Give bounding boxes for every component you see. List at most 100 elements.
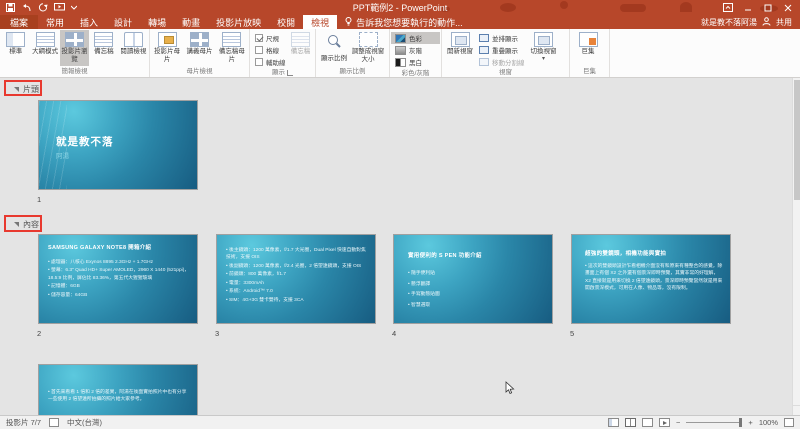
slide-bullet: SIM：4G+3G 雙卡雙待，支援 3CA bbox=[226, 297, 368, 304]
tab-view[interactable]: 檢視 bbox=[303, 15, 337, 29]
minimize-icon[interactable] bbox=[739, 1, 756, 14]
fit-slide-to-window-icon[interactable] bbox=[784, 418, 794, 427]
ruler-checkbox[interactable]: 尺規 bbox=[255, 33, 286, 43]
tell-me-box[interactable]: 告訴我您想要執行的動作... bbox=[337, 15, 471, 29]
close-icon[interactable] bbox=[779, 1, 796, 14]
group-label: 顯示 bbox=[251, 67, 314, 78]
normal-view-status-icon[interactable] bbox=[608, 418, 619, 427]
black-white-button[interactable]: 黑白 bbox=[391, 56, 440, 68]
tab-design[interactable]: 設計 bbox=[106, 15, 140, 29]
slide-number: 5 bbox=[570, 329, 574, 338]
macros-button[interactable]: 巨集 bbox=[571, 30, 605, 66]
zoom-out-button[interactable]: − bbox=[676, 418, 680, 427]
signed-in-user[interactable]: 就是教不落阿湯 bbox=[701, 17, 757, 28]
group-window: 開新視窗 並排顯示 重疊顯示 移動分割線 bbox=[442, 29, 570, 77]
slide-bullet: 處理器：八核心 Exynos 8895 2.3GHz + 1.7GHz bbox=[48, 259, 190, 266]
gridlines-checkbox[interactable]: 格線 bbox=[255, 45, 286, 55]
title-bar: PPT範例2 - PowerPoint bbox=[0, 0, 800, 15]
slide-bullet: 系統：Android™ 7.0 bbox=[226, 288, 368, 295]
slide-sorter-canvas[interactable]: 片頭 就是教不落 阿湯 1 內容 SAMSUNG GALAXY NOTE8 開箱… bbox=[0, 78, 792, 415]
slide-number: 3 bbox=[215, 329, 219, 338]
scrollbar-down-arrow[interactable] bbox=[793, 405, 800, 415]
slide-thumbnail-6[interactable]: 首先來看看 1 倍和 2 倍的差異，阿湯在後面實拍照片中也有分享一些使用 2 倍… bbox=[38, 364, 198, 415]
ribbon-display-options-icon[interactable] bbox=[719, 1, 736, 14]
slide-sorter-status-icon[interactable] bbox=[625, 418, 636, 427]
slide-bullet: 懸浮翻譯 bbox=[408, 280, 545, 290]
reading-view-status-icon[interactable] bbox=[642, 418, 653, 427]
fit-to-window-button[interactable]: 調整成視窗大小 bbox=[351, 30, 385, 66]
window-title: PPT範例2 - PowerPoint bbox=[0, 1, 800, 14]
normal-view-button[interactable]: 標準 bbox=[1, 30, 30, 66]
outline-view-button[interactable]: 大綱模式 bbox=[30, 30, 59, 66]
language-label[interactable]: 中文(台灣) bbox=[67, 417, 102, 428]
slide-sorter-button[interactable]: 投影片瀏覽 bbox=[60, 30, 89, 66]
checkbox-checked-icon bbox=[255, 34, 263, 42]
fit-to-window-icon bbox=[359, 32, 378, 47]
switch-windows-icon bbox=[534, 32, 553, 47]
customize-quick-access-icon[interactable] bbox=[71, 5, 77, 10]
window-controls bbox=[719, 1, 800, 14]
switch-windows-button[interactable]: 切換視窗 ▾ bbox=[527, 30, 561, 67]
handout-master-button[interactable]: 講義母片 bbox=[183, 30, 215, 66]
grayscale-button[interactable]: 灰階 bbox=[391, 44, 440, 56]
ribbon-empty-area bbox=[610, 29, 800, 77]
checkbox-icon bbox=[255, 58, 263, 66]
share-button[interactable]: 共用 bbox=[776, 17, 792, 28]
dialog-launcher-icon[interactable] bbox=[287, 70, 293, 76]
quick-access-toolbar bbox=[0, 3, 77, 12]
vertical-scrollbar[interactable] bbox=[792, 78, 800, 415]
scrollbar-thumb[interactable] bbox=[794, 80, 800, 200]
tab-insert[interactable]: 插入 bbox=[72, 15, 106, 29]
slide-bullet: 後副鏡頭：1200 萬像素，f/2.4 光圈，2 倍望遠鏡頭，支援 OIS bbox=[226, 263, 368, 270]
slide-title: 就是教不落 bbox=[56, 134, 114, 149]
tab-animations[interactable]: 動畫 bbox=[174, 15, 208, 29]
slide-subtitle: 阿湯 bbox=[56, 150, 69, 160]
tab-home[interactable]: 常用 bbox=[38, 15, 72, 29]
zoom-button[interactable]: 顯示比例 bbox=[317, 30, 351, 66]
slide-bullet: 隨手便利貼 bbox=[408, 269, 545, 279]
save-icon[interactable] bbox=[6, 3, 15, 12]
redo-icon[interactable] bbox=[38, 3, 48, 12]
notes-page-icon bbox=[94, 32, 113, 47]
color-button[interactable]: 色彩 bbox=[391, 32, 440, 44]
tab-file[interactable]: 檔案 bbox=[0, 15, 38, 29]
slide-master-button[interactable]: 投影片母片 bbox=[151, 30, 183, 66]
slide-thumbnail-4[interactable]: 實用便利的 S PEN 功能介紹 隨手便利貼 懸浮翻譯 手寫動態貼圖 智慧選取 bbox=[393, 234, 553, 324]
tab-review[interactable]: 校閱 bbox=[269, 15, 303, 29]
slide-bullet: 手寫動態貼圖 bbox=[408, 290, 545, 300]
chevron-down-icon: ▾ bbox=[542, 56, 545, 62]
undo-icon[interactable] bbox=[21, 3, 32, 12]
group-label: 簡報檢視 bbox=[1, 66, 148, 77]
maximize-icon[interactable] bbox=[759, 1, 776, 14]
arrange-all-icon bbox=[479, 34, 489, 42]
new-window-button[interactable]: 開新視窗 bbox=[443, 30, 477, 67]
slide-bullet: 前鏡頭：800 萬像素，f/1.7 bbox=[226, 271, 368, 278]
macros-icon bbox=[579, 32, 598, 47]
account-area: 就是教不落阿湯 共用 bbox=[701, 15, 800, 29]
slide-thumbnail-2[interactable]: SAMSUNG GALAXY NOTE8 開箱介紹 處理器：八核心 Exynos… bbox=[38, 234, 198, 324]
slide-thumbnail-3[interactable]: 後主鏡頭：1200 萬像素，f/1.7 大光圈，Dual Pixel 快速自動對… bbox=[216, 234, 376, 324]
reading-view-button[interactable]: 閱讀檢視 bbox=[119, 30, 148, 66]
slideshow-status-icon[interactable] bbox=[659, 418, 670, 427]
group-show: 尺規 格線 輔助線 備忘稿 顯示 bbox=[250, 29, 316, 77]
guides-checkbox[interactable]: 輔助線 bbox=[255, 57, 286, 67]
arrange-all-button[interactable]: 並排顯示 bbox=[479, 33, 525, 43]
tab-transitions[interactable]: 轉場 bbox=[140, 15, 174, 29]
zoom-percentage[interactable]: 100% bbox=[759, 418, 778, 427]
notes-master-button[interactable]: 備忘稿母片 bbox=[216, 30, 248, 66]
ribbon-view-tab: 標準 大綱模式 投影片瀏覽 備忘稿 閱讀檢視 bbox=[0, 29, 800, 78]
tab-slideshow[interactable]: 投影片放映 bbox=[208, 15, 269, 29]
cascade-button[interactable]: 重疊顯示 bbox=[479, 45, 525, 55]
slide-bullet: 記憶體：6GB bbox=[48, 283, 190, 290]
group-label: 顯示比例 bbox=[317, 66, 388, 77]
slide-thumbnail-5[interactable]: 超強的雙鏡頭，相機功能與實拍 這次的雙鏡頭設計乍看相機介面沒有和原來有種整合的感… bbox=[571, 234, 731, 324]
slide-thumbnail-1[interactable]: 就是教不落 阿湯 bbox=[38, 100, 198, 190]
notes-toggle-button: 備忘稿 bbox=[289, 30, 313, 67]
zoom-in-button[interactable]: + bbox=[748, 418, 752, 427]
zoom-slider-thumb[interactable] bbox=[739, 418, 742, 427]
notes-page-button[interactable]: 備忘稿 bbox=[89, 30, 118, 66]
start-from-beginning-icon[interactable] bbox=[54, 3, 65, 12]
mouse-cursor bbox=[505, 381, 515, 400]
proofing-language-icon[interactable] bbox=[49, 418, 59, 427]
zoom-slider[interactable] bbox=[686, 422, 742, 423]
